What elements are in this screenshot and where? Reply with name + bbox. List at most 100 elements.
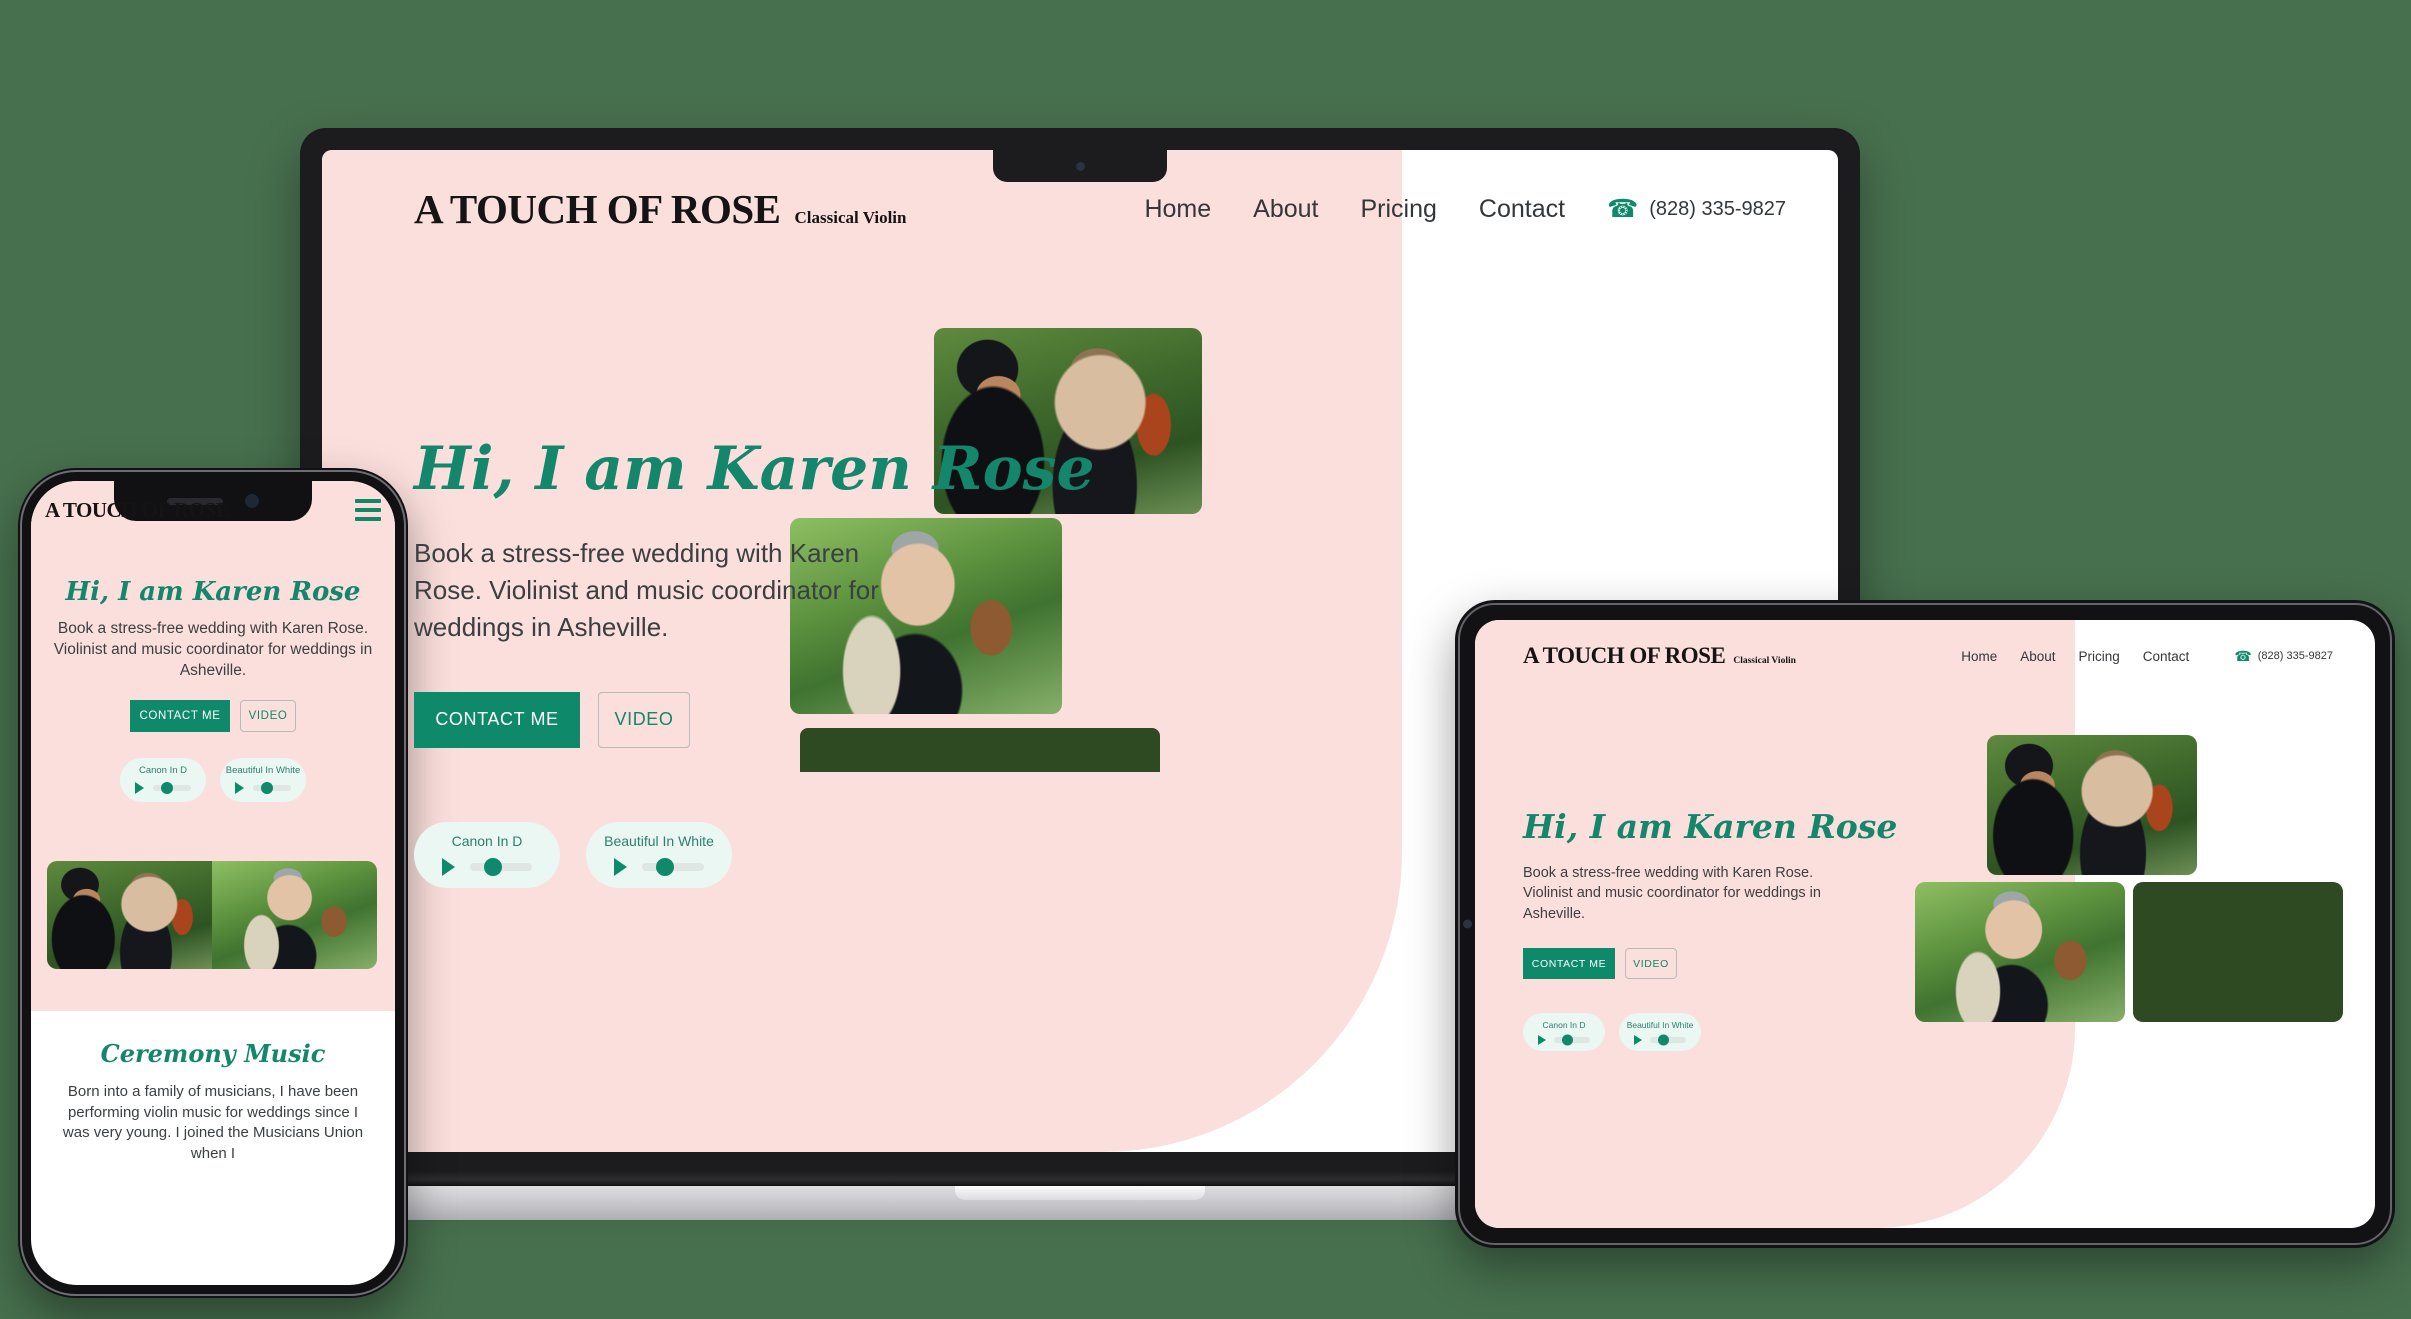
hero-content-tablet: Hi, I am Karen Rose Book a stress-free w…: [1523, 807, 1898, 1052]
audio-player-canon-in-d[interactable]: Canon In D: [120, 757, 206, 802]
logo-title: A TOUCH OF ROSE: [1523, 643, 1726, 668]
tablet-camera-icon: [1463, 919, 1472, 929]
play-icon[interactable]: [135, 782, 144, 795]
player-controls: [135, 782, 191, 795]
progress-slider[interactable]: [1650, 1034, 1686, 1046]
section-body: Born into a family of musicians, I have …: [62, 1083, 364, 1163]
ceremony-music-section: Ceremony Music Born into a family of mus…: [31, 1011, 395, 1165]
hero-title: Hi, I am Karen Rose: [65, 577, 361, 607]
nav-phone-link[interactable]: ☎ (828) 335-9827: [1607, 194, 1786, 224]
hero-buttons: CONTACT ME VIDEO: [47, 699, 379, 732]
contact-me-button[interactable]: CONTACT ME: [130, 699, 230, 732]
nav-phone-link[interactable]: ☎ (828) 335-9827: [2212, 648, 2333, 665]
nav-item-contact[interactable]: Contact: [1479, 195, 1565, 224]
phone-number: (828) 335-9827: [1649, 197, 1786, 220]
nav-item-home[interactable]: Home: [1961, 649, 1997, 664]
phone-body: A TOUCH OF ROSE Hi, I am Karen Rose Book…: [18, 468, 408, 1298]
audio-player-beautiful-in-white[interactable]: Beautiful In White: [586, 821, 732, 888]
hero-lede: Book a stress-free wedding with Karen Ro…: [1523, 864, 1821, 922]
slider-knob[interactable]: [484, 858, 502, 877]
play-icon[interactable]: [235, 782, 244, 795]
hero-photo-duo: [47, 861, 212, 969]
nav-item-pricing[interactable]: Pricing: [1360, 195, 1436, 224]
site-header-tablet: A TOUCH OF ROSE Classical Violin Home Ab…: [1475, 620, 2375, 692]
player-controls: [235, 782, 291, 795]
audio-players: Canon In D Beautiful In White: [1523, 1013, 1833, 1052]
audio-player-beautiful-in-white[interactable]: Beautiful In White: [220, 757, 306, 802]
progress-slider[interactable]: [253, 782, 291, 795]
tablet-mockup: A TOUCH OF ROSE Classical Violin Home Ab…: [1455, 600, 2395, 1248]
nav-item-about[interactable]: About: [1253, 195, 1318, 224]
logo-tagline: Classical Violin: [794, 208, 907, 227]
laptop-notch: [993, 150, 1167, 182]
progress-slider[interactable]: [470, 858, 532, 877]
hamburger-menu-icon[interactable]: [355, 499, 381, 521]
hero-gallery-mobile: [47, 861, 377, 969]
track-title: Canon In D: [451, 833, 523, 850]
nav-item-contact[interactable]: Contact: [2143, 649, 2190, 664]
hero-title: Hi, I am Karen Rose: [414, 434, 1095, 504]
logo-title: A TOUCH OF ROSE: [414, 186, 781, 232]
phone-icon: ☎: [1607, 195, 1639, 223]
hero-buttons: CONTACT ME VIDEO: [414, 691, 934, 748]
site-header-mobile: A TOUCH OF ROSE: [31, 481, 395, 539]
laptop-foot-notch: [955, 1186, 1205, 1200]
logo-tagline: Classical Violin: [1733, 656, 1796, 666]
nav-item-home[interactable]: Home: [1144, 195, 1211, 224]
audio-player-canon-in-d[interactable]: Canon In D: [414, 821, 560, 888]
video-button[interactable]: VIDEO: [240, 699, 296, 732]
contact-me-button[interactable]: CONTACT ME: [1523, 948, 1615, 980]
progress-slider[interactable]: [153, 782, 191, 795]
track-title: Beautiful In White: [1626, 1019, 1694, 1030]
track-title: Beautiful In White: [604, 833, 714, 850]
slider-knob[interactable]: [261, 782, 273, 795]
track-title: Canon In D: [138, 765, 188, 777]
tablet-screen: A TOUCH OF ROSE Classical Violin Home Ab…: [1475, 620, 2375, 1228]
progress-slider[interactable]: [642, 858, 704, 877]
nav-item-about[interactable]: About: [2020, 649, 2055, 664]
phone-number: (828) 335-9827: [2257, 650, 2333, 662]
video-button[interactable]: VIDEO: [1625, 948, 1677, 980]
site-logo[interactable]: A TOUCH OF ROSE: [45, 497, 230, 523]
section-title: Ceremony Music: [100, 1039, 326, 1068]
player-controls: [1538, 1034, 1590, 1046]
audio-player-canon-in-d[interactable]: Canon In D: [1523, 1013, 1605, 1052]
site-logo[interactable]: A TOUCH OF ROSE Classical Violin: [414, 185, 906, 233]
phone-screen: A TOUCH OF ROSE Hi, I am Karen Rose Book…: [31, 481, 395, 1285]
contact-me-button[interactable]: CONTACT ME: [414, 691, 580, 748]
hero-photo-forest: [1915, 882, 2125, 1022]
primary-nav: Home About Pricing Contact ☎ (828) 335-9…: [1961, 648, 2333, 665]
video-button[interactable]: VIDEO: [598, 691, 690, 748]
slider-knob[interactable]: [656, 858, 674, 877]
hero-lede: Book a stress-free wedding with Karen Ro…: [53, 620, 373, 679]
phone-mockup: A TOUCH OF ROSE Hi, I am Karen Rose Book…: [18, 468, 408, 1298]
play-icon[interactable]: [1538, 1034, 1546, 1045]
play-icon[interactable]: [614, 858, 627, 877]
site-logo[interactable]: A TOUCH OF ROSE Classical Violin: [1523, 643, 1796, 669]
slider-knob[interactable]: [161, 782, 173, 795]
hero-title: Hi, I am Karen Rose: [1523, 807, 1898, 846]
play-icon[interactable]: [442, 858, 455, 877]
progress-slider[interactable]: [1554, 1034, 1590, 1046]
player-controls: [1634, 1034, 1686, 1046]
hero-lede: Book a stress-free wedding with Karen Ro…: [414, 538, 879, 642]
primary-nav: Home About Pricing Contact ☎ (828) 335-9…: [1144, 194, 1786, 224]
audio-players: Canon In D Beautiful In White: [414, 821, 934, 888]
logo-title: A TOUCH OF ROSE: [45, 497, 230, 522]
phone-icon: ☎: [2234, 647, 2252, 664]
audio-player-beautiful-in-white[interactable]: Beautiful In White: [1619, 1013, 1701, 1052]
play-icon[interactable]: [1634, 1034, 1642, 1045]
burger-bar: [355, 508, 381, 512]
track-title: Canon In D: [1542, 1019, 1586, 1030]
burger-bar: [355, 517, 381, 521]
audio-players: Canon In D Beautiful In White: [47, 757, 379, 802]
slider-knob[interactable]: [1658, 1034, 1669, 1046]
responsive-mockup-scene: A TOUCH OF ROSE Classical Violin Home Ab…: [0, 0, 2411, 1319]
hero-content-mobile: Hi, I am Karen Rose Book a stress-free w…: [31, 577, 395, 802]
hero-photo-duo: [1987, 735, 2197, 875]
hero-photo-forest: [212, 861, 377, 969]
nav-item-pricing[interactable]: Pricing: [2079, 649, 2120, 664]
slider-knob[interactable]: [1562, 1034, 1573, 1046]
webcam-icon: [1075, 161, 1085, 171]
hero-content-desktop: Hi, I am Karen Rose Book a stress-free w…: [414, 434, 1095, 888]
